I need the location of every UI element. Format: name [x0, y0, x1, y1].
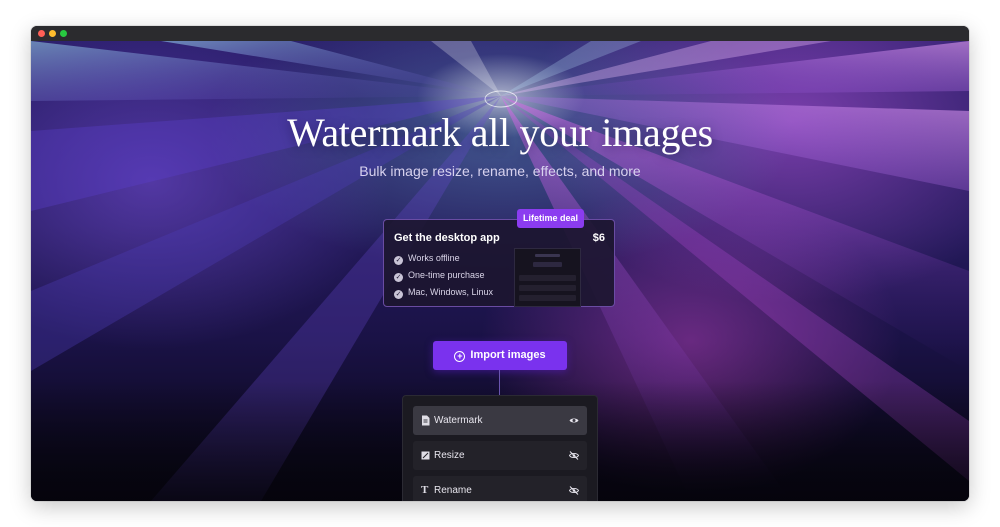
close-window-dot[interactable] — [38, 30, 45, 37]
resize-icon — [421, 450, 430, 461]
check-icon: ✓ — [394, 256, 403, 265]
import-images-label: Import images — [470, 349, 546, 361]
text-icon: T — [421, 484, 429, 496]
page-headline: Watermark all your images — [287, 110, 713, 155]
minimize-window-dot[interactable] — [49, 30, 56, 37]
step-rename[interactable]: T Rename — [413, 476, 587, 501]
connector-line — [499, 370, 500, 395]
feature-item: ✓ Works offline — [394, 253, 460, 265]
import-images-button[interactable]: + Import images — [433, 341, 567, 370]
eye-icon[interactable] — [569, 416, 579, 425]
step-watermark[interactable]: Watermark — [413, 406, 587, 435]
page-subheading: Bulk image resize, rename, effects, and … — [359, 163, 641, 179]
eye-off-icon[interactable] — [568, 451, 580, 460]
maximize-window-dot[interactable] — [60, 30, 67, 37]
steps-panel: Watermark Resize T Rename — [402, 395, 598, 501]
step-resize[interactable]: Resize — [413, 441, 587, 470]
desktop-app-title: Get the desktop app — [394, 232, 500, 244]
eye-off-icon[interactable] — [568, 486, 580, 495]
plus-circle-icon: + — [454, 351, 466, 362]
browser-window: Watermark all your images Bulk image res… — [31, 26, 969, 501]
step-label: Watermark — [434, 415, 483, 426]
feature-item: ✓ Mac, Windows, Linux — [394, 287, 494, 299]
step-label: Rename — [434, 485, 472, 496]
check-icon: ✓ — [394, 273, 403, 282]
desktop-app-card[interactable]: Lifetime deal Get the desktop app $6 ✓ Wo… — [383, 209, 615, 307]
feature-item: ✓ One-time purchase — [394, 270, 485, 282]
lifetime-deal-badge: Lifetime deal — [517, 209, 585, 228]
desktop-app-price: $6 — [592, 232, 605, 244]
hero-section: Watermark all your images Bulk image res… — [31, 41, 969, 501]
window-titlebar — [31, 26, 969, 41]
step-label: Resize — [434, 450, 465, 461]
document-icon — [421, 415, 430, 426]
app-preview-thumbnail — [514, 248, 581, 307]
check-icon: ✓ — [394, 290, 403, 299]
